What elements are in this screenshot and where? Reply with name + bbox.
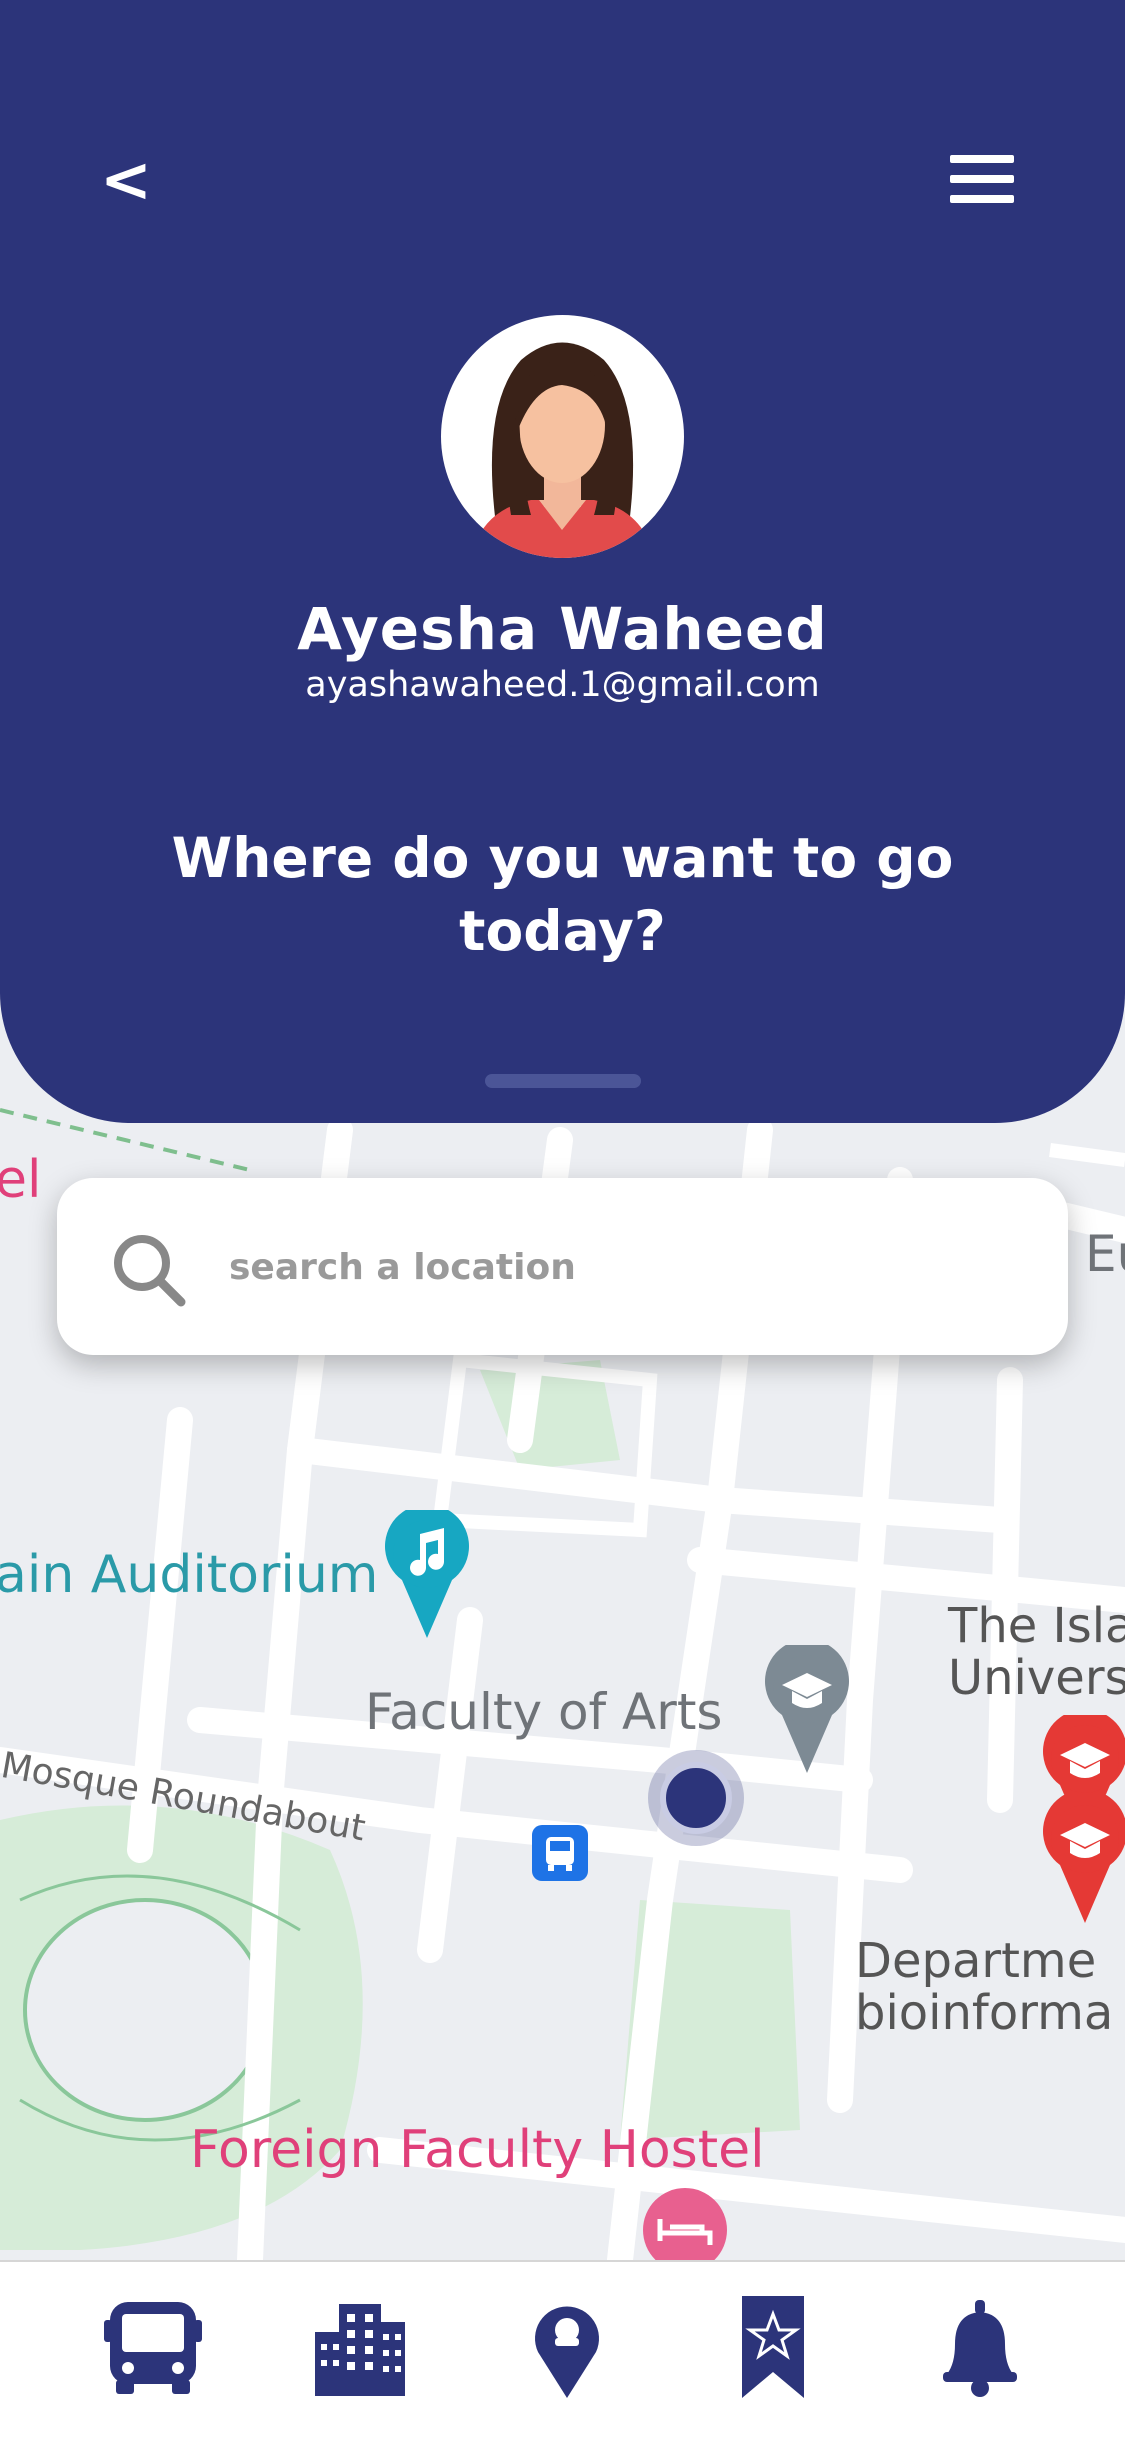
building-icon <box>315 2304 405 2396</box>
map-label-fragment: Eu <box>1085 1225 1125 1283</box>
search-icon <box>114 1235 186 1307</box>
nav-buildings[interactable] <box>305 2292 415 2402</box>
department-pin-icon[interactable] <box>1040 1795 1125 1925</box>
nav-notifications[interactable] <box>925 2292 1035 2402</box>
bus-icon <box>104 2302 202 2394</box>
nav-saved[interactable] <box>718 2292 828 2402</box>
map-label-university-line1: The Isla <box>948 1598 1125 1654</box>
map-label-fragment: el <box>0 1150 42 1210</box>
current-location-dot[interactable] <box>660 1762 732 1834</box>
hotel-pin-icon[interactable] <box>640 2185 730 2260</box>
school-pin-icon[interactable] <box>762 1645 852 1775</box>
drag-handle[interactable] <box>485 1074 641 1088</box>
map-label-faculty-arts[interactable]: Faculty of Arts <box>365 1683 722 1741</box>
bookmark-star-icon <box>742 2296 804 2398</box>
user-name: Ayesha Waheed <box>297 595 828 663</box>
avatar-image <box>471 342 654 558</box>
page-prompt: Where do you want to go today? <box>171 826 954 963</box>
map-label-hostel[interactable]: Foreign Faculty Hostel <box>190 2120 765 2180</box>
search-input[interactable] <box>227 1226 1031 1308</box>
bottom-nav <box>0 2260 1125 2438</box>
location-pin-icon <box>535 2306 599 2398</box>
map-label-department-line2: bioinforma <box>855 1985 1114 2041</box>
profile-header: < Ayesha Waheed ayashawaheed.1@gmail.com… <box>0 0 1125 1123</box>
menu-icon[interactable] <box>950 155 1014 205</box>
map-label-department[interactable]: Departme bioinforma <box>855 1935 1113 2039</box>
user-email: ayashawaheed.1@gmail.com <box>305 665 820 705</box>
avatar[interactable] <box>441 315 684 558</box>
map-label-university[interactable]: The Isla Univers <box>948 1600 1125 1704</box>
nav-location[interactable] <box>512 2292 622 2402</box>
map-label-auditorium[interactable]: ain Auditorium <box>0 1545 378 1605</box>
map-label-department-line1: Departme <box>855 1933 1097 1989</box>
music-pin-icon[interactable] <box>382 1510 472 1640</box>
back-button[interactable]: < <box>100 140 180 220</box>
search-bar[interactable] <box>57 1178 1068 1355</box>
bell-icon <box>943 2300 1017 2397</box>
map-label-university-line2: Univers <box>948 1650 1125 1706</box>
bus-stop-icon[interactable] <box>532 1825 588 1881</box>
nav-bus[interactable] <box>98 2292 208 2402</box>
